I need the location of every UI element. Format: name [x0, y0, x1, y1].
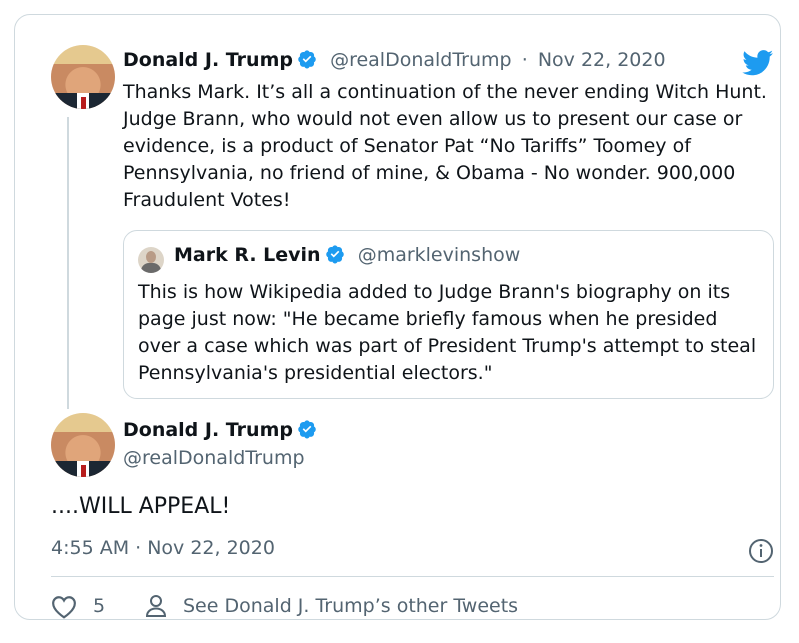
quoted-author-avatar [138, 247, 164, 273]
author-name[interactable]: Donald J. Trump [123, 49, 293, 71]
quoted-tweet-text: This is how Wikipedia added to Judge Bra… [138, 281, 757, 384]
thread-line [67, 117, 69, 409]
quoted-author-handle: @marklevinshow [357, 244, 521, 266]
twitter-bird-icon[interactable] [742, 50, 774, 76]
divider [51, 576, 774, 577]
quoted-tweet-header: Mark R. Levin @marklevinshow [174, 244, 520, 266]
verified-badge-icon [298, 420, 316, 439]
verified-badge-icon [325, 245, 344, 264]
reply-author-handle[interactable]: @realDonaldTrump [123, 447, 305, 469]
author-avatar[interactable] [51, 45, 115, 109]
author-handle[interactable]: @realDonaldTrump [330, 49, 512, 71]
tweet-text: Thanks Mark. It’s all a continuation of … [123, 81, 767, 211]
reply-author-name[interactable]: Donald J. Trump [123, 419, 293, 441]
reply-author-avatar[interactable] [51, 413, 115, 477]
person-icon[interactable] [145, 594, 167, 618]
reply-timestamp[interactable]: 4:55 AM · Nov 22, 2020 [51, 537, 275, 559]
info-icon[interactable] [748, 538, 774, 564]
see-other-tweets-link[interactable]: See Donald J. Trump’s other Tweets [183, 595, 518, 617]
separator-dot: · [521, 49, 528, 71]
reply-tweet-text: ....WILL APPEAL! [51, 494, 231, 519]
quoted-author-name: Mark R. Levin [174, 244, 321, 266]
heart-icon[interactable] [51, 595, 77, 619]
verified-badge-icon [298, 50, 316, 69]
like-count[interactable]: 5 [93, 595, 105, 617]
tweet-date[interactable]: Nov 22, 2020 [538, 49, 666, 71]
reply-author-row: Donald J. Trump [123, 419, 317, 441]
tweet-header: Donald J. Trump @realDonaldTrump · Nov 2… [123, 49, 666, 71]
quoted-tweet[interactable]: Mark R. Levin @marklevinshow This is how… [123, 230, 774, 399]
tweet-embed-card: Donald J. Trump @realDonaldTrump · Nov 2… [14, 14, 781, 620]
